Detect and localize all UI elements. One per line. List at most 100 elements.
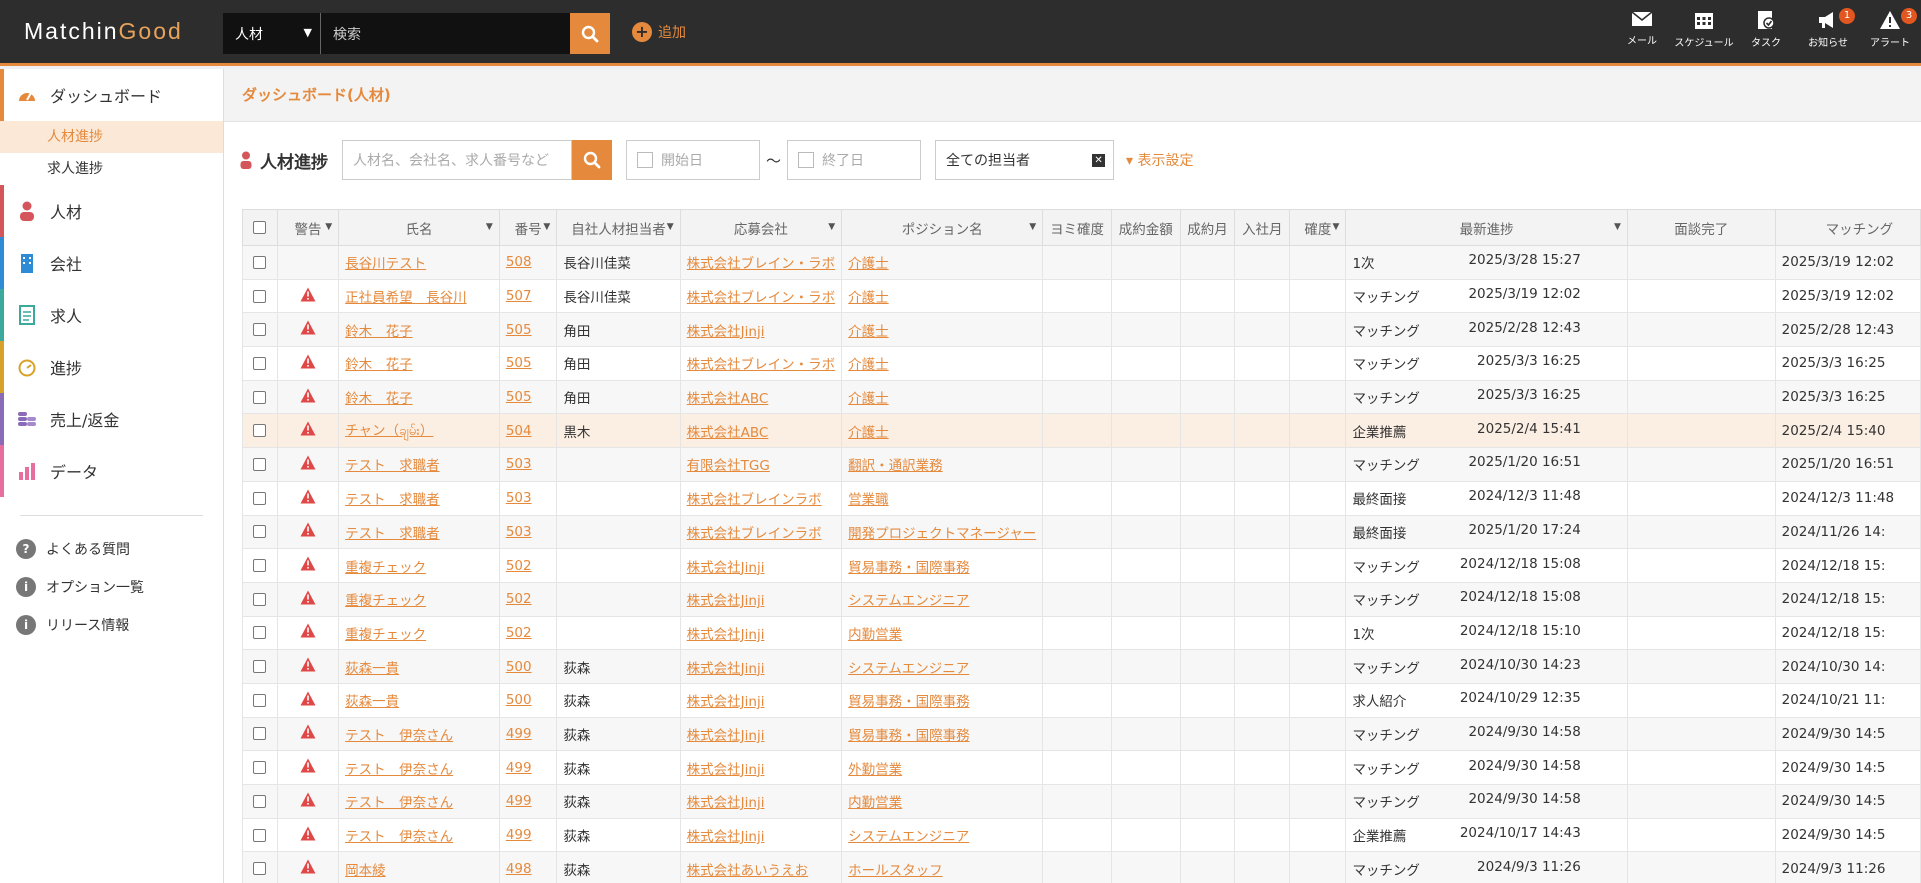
warning-icon[interactable] bbox=[300, 859, 316, 878]
candidate-number-link[interactable]: 507 bbox=[506, 288, 532, 304]
help-faq[interactable]: ? よくある質問 bbox=[0, 530, 223, 568]
company-link[interactable]: 株式会社Jinji bbox=[687, 593, 765, 609]
position-link[interactable]: 貿易事務・国際事務 bbox=[848, 728, 970, 744]
candidate-number-link[interactable]: 498 bbox=[506, 861, 532, 877]
table-row[interactable]: 荻森一貴 500 荻森 株式会社Jinji システムエンジニア マッチング 2024/10/… bbox=[242, 649, 1921, 684]
company-link[interactable]: 株式会社ABC bbox=[687, 425, 769, 441]
col-header-name[interactable]: 氏名 ▼ bbox=[338, 209, 500, 246]
candidate-number-link[interactable]: 504 bbox=[506, 423, 532, 439]
search-button[interactable] bbox=[570, 13, 610, 54]
warning-icon[interactable] bbox=[300, 623, 316, 642]
company-link[interactable]: 株式会社ABC bbox=[687, 391, 769, 407]
table-row[interactable]: テスト 伊奈さん 499 荻森 株式会社Jinji システムエンジニア 企業推薦 2024/… bbox=[242, 817, 1921, 853]
company-link[interactable]: 株式会社あいうえお bbox=[687, 863, 809, 879]
task-button[interactable]: タスク bbox=[1735, 10, 1797, 49]
assignee-select[interactable]: 全ての担当者 ✕ bbox=[935, 140, 1115, 180]
display-settings-link[interactable]: ▾ 表示設定 bbox=[1126, 150, 1193, 170]
row-checkbox[interactable] bbox=[253, 592, 267, 606]
col-header-matching[interactable]: マッチング bbox=[1774, 209, 1921, 246]
candidate-number-link[interactable]: 502 bbox=[506, 591, 532, 607]
warning-icon[interactable] bbox=[300, 691, 316, 710]
col-header-interview-done[interactable]: 面談完了 bbox=[1626, 209, 1776, 246]
alert-button[interactable]: アラート 3 bbox=[1859, 8, 1921, 49]
warning-icon[interactable] bbox=[300, 287, 316, 306]
col-header-position[interactable]: ポジション名 ▼ bbox=[841, 209, 1044, 246]
company-link[interactable]: 株式会社Jinji bbox=[687, 694, 765, 710]
schedule-button[interactable]: スケジュール bbox=[1673, 10, 1735, 49]
table-row[interactable]: テスト 求職者 503 株式会社ブレインラボ 営業職 最終面接 2024/12/3 11:… bbox=[242, 480, 1921, 516]
candidate-name-link[interactable]: テスト 伊奈さん bbox=[345, 728, 453, 744]
position-link[interactable]: システムエンジニア bbox=[848, 593, 969, 609]
sidebar-item-jobs[interactable]: 求人 bbox=[0, 289, 223, 341]
table-row[interactable]: 荻森一貴 500 荻森 株式会社Jinji 貿易事務・国際事務 求人紹介 2024/10/2… bbox=[242, 682, 1921, 718]
col-header-join-month[interactable]: 入社月 bbox=[1234, 209, 1291, 246]
candidate-number-link[interactable]: 505 bbox=[506, 322, 532, 338]
row-checkbox[interactable] bbox=[253, 356, 267, 370]
candidate-name-link[interactable]: 長谷川テスト bbox=[345, 256, 426, 272]
row-checkbox[interactable] bbox=[253, 457, 267, 471]
company-link[interactable]: 株式会社Jinji bbox=[687, 829, 765, 845]
candidate-name-link[interactable]: 鈴木 花子 bbox=[345, 391, 413, 407]
row-checkbox[interactable] bbox=[253, 727, 267, 741]
candidate-name-link[interactable]: 荻森一貴 bbox=[345, 694, 399, 710]
row-checkbox[interactable] bbox=[253, 390, 267, 404]
table-row[interactable]: テスト 求職者 503 株式会社ブレインラボ 開発プロジェクトマネージャー 最終面接 20… bbox=[242, 514, 1921, 550]
table-row[interactable]: 重複チェック 502 株式会社Jinji 貿易事務・国際事務 マッチング 2024/12/… bbox=[242, 548, 1921, 583]
table-row[interactable]: 正社員希望 長谷川 507 長谷川佳菜 株式会社ブレイン・ラボ 介護士 マッチング 2025… bbox=[242, 278, 1921, 314]
keyword-input[interactable]: 人材名、会社名、求人番号など bbox=[342, 140, 572, 180]
candidate-number-link[interactable]: 505 bbox=[506, 389, 532, 405]
position-link[interactable]: 開発プロジェクトマネージャー bbox=[848, 526, 1036, 542]
candidate-name-link[interactable]: 鈴木 花子 bbox=[345, 357, 413, 373]
candidate-number-link[interactable]: 508 bbox=[506, 254, 532, 270]
company-link[interactable]: 株式会社ブレイン・ラボ bbox=[687, 290, 836, 306]
row-checkbox[interactable] bbox=[253, 424, 267, 438]
company-link[interactable]: 株式会社ブレインラボ bbox=[687, 526, 822, 542]
row-checkbox[interactable] bbox=[253, 794, 267, 808]
company-link[interactable]: 株式会社ブレイン・ラボ bbox=[687, 256, 836, 272]
warning-icon[interactable] bbox=[300, 590, 316, 609]
candidate-name-link[interactable]: 重複チェック bbox=[345, 593, 426, 609]
position-link[interactable]: 翻訳・通訳業務 bbox=[848, 458, 943, 474]
sidebar-item-data[interactable]: データ bbox=[0, 445, 223, 497]
table-row[interactable]: 鈴木 花子 505 角田 株式会社Jinji 介護士 マッチング 2025/2/28 12:… bbox=[242, 312, 1921, 348]
candidate-name-link[interactable]: チャン（ချမ်း） bbox=[345, 423, 433, 439]
col-header-forecast[interactable]: ヨミ確度 bbox=[1042, 209, 1112, 246]
select-all-checkbox[interactable] bbox=[253, 221, 267, 234]
sidebar-sub-talent-progress[interactable]: 人材進捗 bbox=[0, 121, 223, 153]
company-link[interactable]: 株式会社Jinji bbox=[687, 324, 765, 340]
start-date-input[interactable]: 開始日 bbox=[626, 140, 760, 180]
warning-icon[interactable] bbox=[300, 522, 316, 541]
col-header-warning[interactable]: 警告 ▼ bbox=[276, 209, 340, 246]
candidate-number-link[interactable]: 500 bbox=[506, 692, 532, 708]
help-options[interactable]: i オプション一覧 bbox=[0, 568, 223, 606]
position-link[interactable]: システムエンジニア bbox=[848, 661, 969, 677]
warning-icon[interactable] bbox=[300, 388, 316, 407]
position-link[interactable]: 貿易事務・国際事務 bbox=[848, 560, 970, 576]
search-input[interactable]: 検索 bbox=[321, 24, 570, 44]
position-link[interactable]: 外勤営業 bbox=[848, 762, 902, 778]
add-button[interactable]: + 追加 bbox=[632, 22, 686, 42]
col-header-company[interactable]: 応募会社 ▼ bbox=[679, 209, 843, 246]
row-checkbox[interactable] bbox=[253, 862, 267, 876]
company-link[interactable]: 株式会社ブレイン・ラボ bbox=[687, 357, 836, 373]
table-row[interactable]: 岡本綾 498 荻森 株式会社あいうえお ホールスタッフ マッチング 2024/9/3 11… bbox=[242, 851, 1921, 883]
candidate-number-link[interactable]: 503 bbox=[506, 524, 532, 540]
position-link[interactable]: 内勤営業 bbox=[848, 795, 902, 811]
company-link[interactable]: 株式会社Jinji bbox=[687, 728, 765, 744]
candidate-number-link[interactable]: 499 bbox=[506, 760, 532, 776]
candidate-name-link[interactable]: 岡本綾 bbox=[345, 863, 386, 879]
company-link[interactable]: 株式会社Jinji bbox=[687, 661, 765, 677]
warning-icon[interactable] bbox=[300, 792, 316, 811]
candidate-name-link[interactable]: テスト 求職者 bbox=[345, 492, 440, 508]
col-header-latest-progress[interactable]: 最新進捗 ▼ bbox=[1345, 209, 1628, 246]
candidate-number-link[interactable]: 503 bbox=[506, 490, 532, 506]
company-link[interactable]: 株式会社Jinji bbox=[687, 627, 765, 643]
row-checkbox[interactable] bbox=[253, 255, 267, 269]
warning-icon[interactable] bbox=[300, 657, 316, 676]
candidate-number-link[interactable]: 499 bbox=[506, 793, 532, 809]
company-link[interactable]: 株式会社Jinji bbox=[687, 560, 765, 576]
table-row[interactable]: チャン（ချမ်း） 504 黒木 株式会社ABC 介護士 企業推薦 2025/2/4 15… bbox=[242, 413, 1921, 449]
candidate-name-link[interactable]: テスト 伊奈さん bbox=[345, 795, 453, 811]
row-checkbox[interactable] bbox=[253, 626, 267, 640]
candidate-number-link[interactable]: 499 bbox=[506, 726, 532, 742]
